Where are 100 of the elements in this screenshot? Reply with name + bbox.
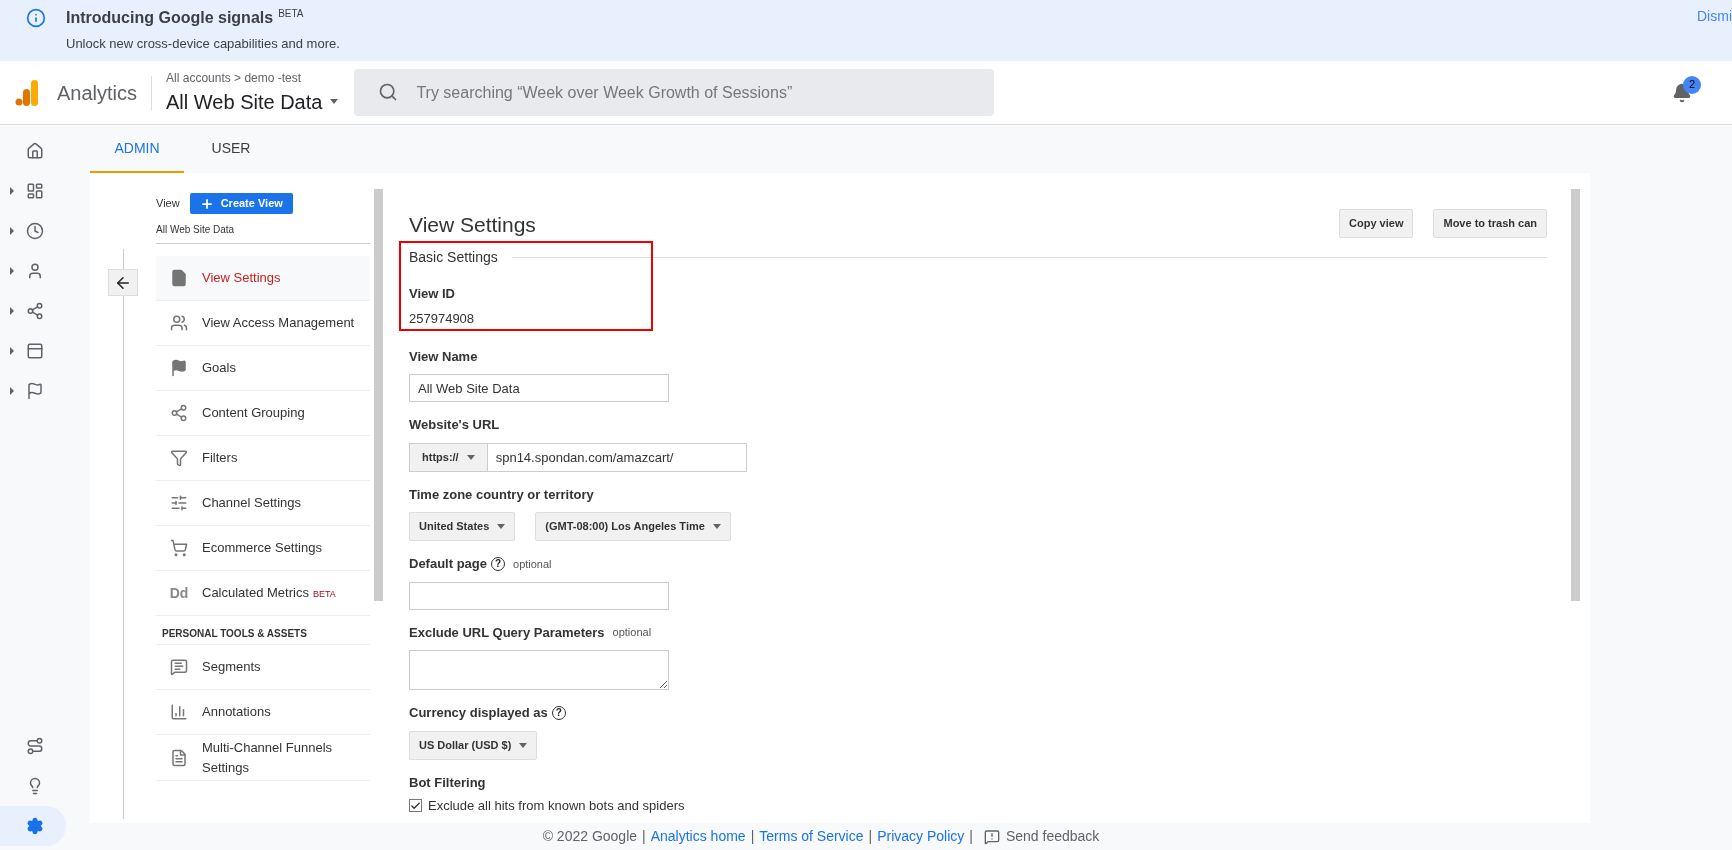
nav-item[interactable]: Multi-Channel Funnels Settings: [156, 735, 370, 781]
nav-item[interactable]: Annotations: [156, 690, 370, 735]
nav-label: View Settings: [202, 269, 281, 288]
field-label: Currency displayed as: [409, 704, 548, 722]
info-icon: [26, 8, 46, 28]
nav-item[interactable]: Ecommerce Settings: [156, 526, 370, 571]
route-icon: [26, 737, 44, 755]
expand-caret-icon: [10, 267, 14, 275]
bar-chart-icon: [170, 703, 188, 721]
caret-icon: [712, 524, 721, 529]
nav-label: Segments: [202, 658, 261, 677]
select-dropdown[interactable]: US Dollar (USD $): [409, 730, 538, 760]
feedback-icon: [983, 828, 1000, 845]
view-id-value: 257974908: [409, 310, 476, 328]
copyright-text: © 2022 Google: [542, 827, 638, 846]
field-label: Exclude URL Query Parameters: [409, 623, 605, 642]
optional-label: optional: [612, 625, 652, 640]
send-feedback-link[interactable]: Send feedback: [983, 826, 1100, 847]
nav-item[interactable]: Filters: [156, 436, 370, 481]
select-dropdown[interactable]: (GMT-08:00) Los Angeles Time: [535, 512, 731, 541]
action-button[interactable]: Move to trash can: [1433, 209, 1547, 238]
nav-section-heading: PERSONAL TOOLS & ASSETS: [156, 616, 370, 645]
caret-icon: [330, 99, 339, 104]
filter-icon: [170, 449, 188, 467]
settings-icon: [26, 817, 44, 835]
nav-label: View Access Management: [202, 314, 355, 333]
document-icon: [170, 748, 188, 767]
rail-item[interactable]: [0, 806, 66, 846]
analytics-logo-icon: [15, 79, 39, 106]
scrollbar-thumb[interactable]: [1571, 189, 1580, 601]
footer-link[interactable]: Analytics home: [650, 826, 746, 847]
text-field[interactable]: All Web Site Data: [409, 374, 669, 402]
action-button[interactable]: Copy view: [1339, 209, 1414, 238]
separator: |: [868, 827, 873, 846]
nav-label: Filters: [202, 449, 238, 468]
checkbox[interactable]: [409, 799, 422, 812]
optional-label: optional: [513, 556, 552, 572]
expand-caret-icon: [10, 387, 14, 395]
field-label: View ID: [409, 284, 456, 303]
nav-item[interactable]: Segments: [156, 645, 370, 690]
field-label: Bot Filtering: [409, 773, 486, 792]
banner-title: Introducing Google signals: [66, 8, 274, 28]
branch-icon: [26, 302, 44, 320]
text-field[interactable]: [409, 581, 669, 610]
page-title: View Settings: [409, 212, 536, 238]
search-icon: [378, 82, 399, 102]
field-label: Default page: [409, 555, 487, 573]
people-icon: [170, 314, 188, 332]
nav-label: Content Grouping: [202, 404, 305, 423]
protocol-dropdown[interactable]: https://: [409, 442, 488, 472]
merge-icon: [170, 404, 188, 422]
select-dropdown[interactable]: United States: [409, 512, 516, 541]
textarea-field[interactable]: [409, 650, 669, 690]
view-label: View: [156, 196, 180, 212]
nav-item[interactable]: Goals: [156, 346, 370, 391]
beta-label: BETA: [312, 588, 336, 602]
checkbox-label: Exclude all hits from known bots and spiders: [428, 798, 685, 813]
cart-icon: [170, 539, 188, 557]
caret-icon: [466, 454, 475, 460]
dd-icon: Dd: [169, 582, 189, 604]
back-button[interactable]: [108, 269, 138, 296]
nav-label: Ecommerce Settings: [202, 539, 322, 558]
caret-icon: [519, 742, 528, 748]
person-icon: [26, 262, 44, 280]
expand-caret-icon: [10, 187, 14, 195]
nav-label: Goals: [202, 359, 236, 378]
tab[interactable]: USER: [184, 125, 278, 173]
document-icon: [170, 269, 188, 287]
account-breadcrumb[interactable]: All accounts > demo -test: [166, 68, 339, 87]
footer-link[interactable]: Privacy Policy: [877, 826, 965, 847]
notification-count: 2: [1683, 75, 1701, 94]
nav-label: Multi-Channel Funnels Settings: [202, 739, 334, 777]
comment-icon: [170, 658, 188, 676]
flag-icon: [170, 359, 188, 377]
separator: |: [642, 827, 646, 846]
create-view-button[interactable]: Create View: [189, 193, 293, 214]
browser-window-icon: [26, 342, 44, 360]
nav-item[interactable]: Dd Calculated Metrics BETA: [156, 571, 370, 616]
caret-icon: [497, 524, 506, 529]
footer-link[interactable]: Terms of Service: [759, 826, 864, 847]
nav-item[interactable]: View Settings: [156, 256, 370, 301]
nav-item[interactable]: Channel Settings: [156, 481, 370, 526]
nav-label: Calculated Metrics: [202, 584, 309, 603]
dashboard-icon: [26, 182, 44, 200]
expand-caret-icon: [10, 227, 14, 235]
home-icon: [26, 142, 44, 160]
scrollbar-thumb[interactable]: [374, 189, 383, 601]
property-selector[interactable]: All Web Site Data: [166, 86, 339, 117]
view-name: All Web Site Data: [156, 223, 236, 237]
expand-caret-icon: [10, 307, 14, 315]
nav-item[interactable]: View Access Management: [156, 301, 370, 346]
section-title: Basic Settings: [409, 247, 498, 267]
flag-icon: [26, 382, 44, 400]
field-label: Website's URL: [409, 416, 500, 434]
url-field[interactable]: spn14.spondan.com/amazcart/: [487, 442, 747, 472]
sliders-icon: [170, 494, 188, 512]
search-field[interactable]: Try searching “Week over Week Growth of Sessions”: [354, 69, 995, 116]
nav-label: Annotations: [202, 703, 271, 722]
plus-icon: [199, 196, 214, 211]
nav-item[interactable]: Content Grouping: [156, 391, 370, 436]
